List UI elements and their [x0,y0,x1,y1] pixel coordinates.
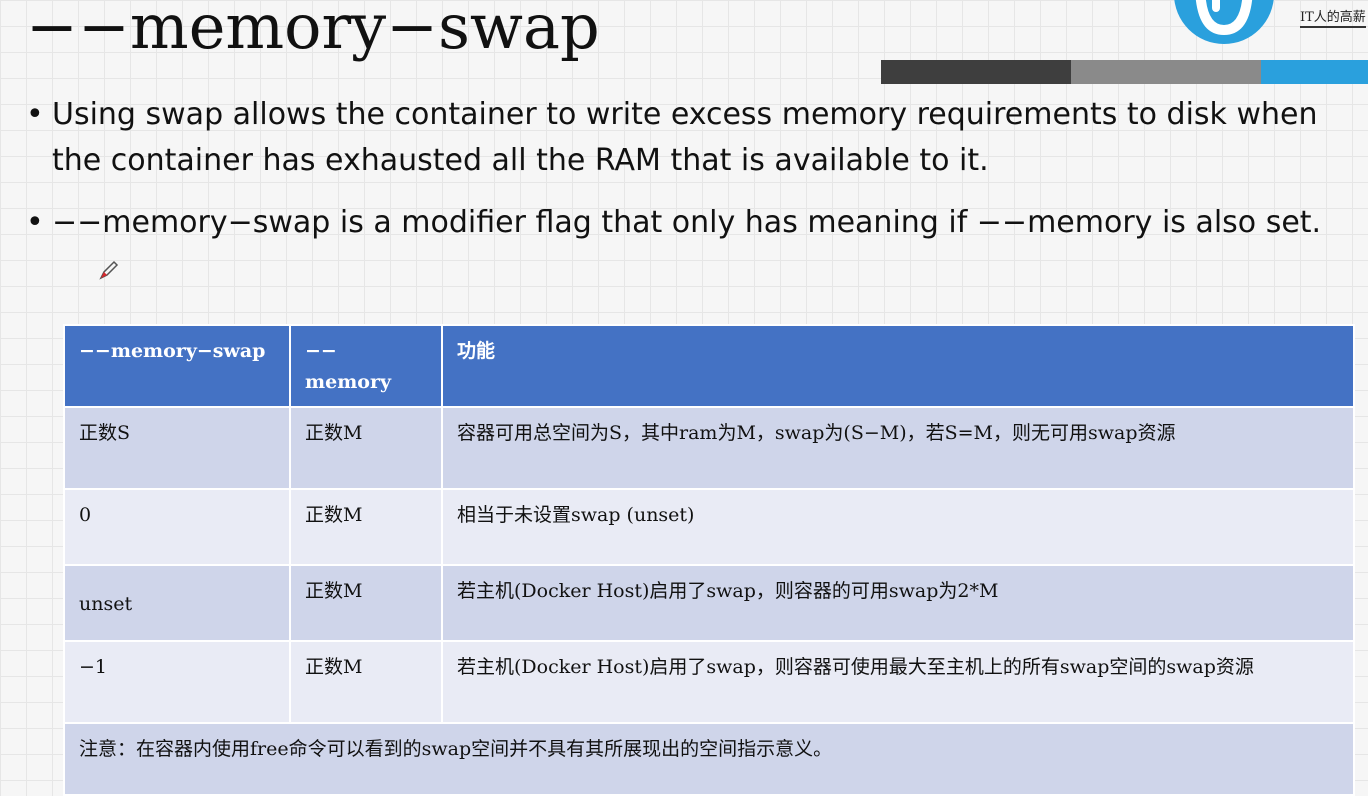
table-cell: 若主机(Docker Host)启用了swap，则容器可使用最大至主机上的所有s… [441,640,1355,724]
bullet-item: • Using swap allows the container to wri… [26,92,1361,184]
table-cell: 正数S [63,406,291,490]
table-row: 正数S 正数M 容器可用总空间为S，其中ram为M，swap为(S−M)，若S=… [63,406,1355,490]
table-cell: 容器可用总空间为S，其中ram为M，swap为(S−M)，若S=M，则无可用sw… [441,406,1355,490]
table-cell: 正数M [289,406,443,490]
table-cell: 0 [63,488,291,566]
table-cell: unset [63,564,291,642]
logo-icon [1174,0,1274,44]
table-row: unset 正数M 若主机(Docker Host)启用了swap，则容器的可用… [63,564,1355,642]
table-row: 0 正数M 相当于未设置swap (unset) [63,488,1355,566]
table-cell: −1 [63,640,291,724]
swap-table: −−memory−swap −− memory 功能 正数S 正数M 容器可用总… [63,324,1355,796]
slide-title: −−memory−swap [26,0,600,63]
table-cell: 正数M [289,564,443,642]
bullet-item: • −−memory−swap is a modifier flag that … [26,200,1361,292]
table-header-cell: −− memory [289,324,443,408]
logo-text: IT人的高薪 [1300,6,1366,28]
accent-band-gray [1071,60,1261,84]
table-header-row: −−memory−swap −− memory 功能 [63,324,1355,408]
table-header-cell: −−memory−swap [63,324,291,408]
table-cell: 若主机(Docker Host)启用了swap，则容器的可用swap为2*M [441,564,1355,642]
accent-band-dark [881,60,1071,84]
table-note: 注意：在容器内使用free命令可以看到的swap空间并不具有其所展现出的空间指示… [63,722,1355,796]
accent-band-blue [1261,60,1368,84]
table-cell: 正数M [289,640,443,724]
bullet-dot-icon: • [26,97,44,132]
table-cell: 正数M [289,488,443,566]
bullet-dot-icon: • [26,205,44,240]
bullet-list: • Using swap allows the container to wri… [26,92,1361,308]
bullet-text: −−memory−swap is a modifier flag that on… [52,205,1322,240]
table-header-cell: 功能 [441,324,1355,408]
bullet-text: Using swap allows the container to write… [52,97,1318,178]
pen-cursor-icon [99,260,119,280]
table-row: −1 正数M 若主机(Docker Host)启用了swap，则容器可使用最大至… [63,640,1355,724]
table-cell: 相当于未设置swap (unset) [441,488,1355,566]
table-note-row: 注意：在容器内使用free命令可以看到的swap空间并不具有其所展现出的空间指示… [63,722,1355,796]
